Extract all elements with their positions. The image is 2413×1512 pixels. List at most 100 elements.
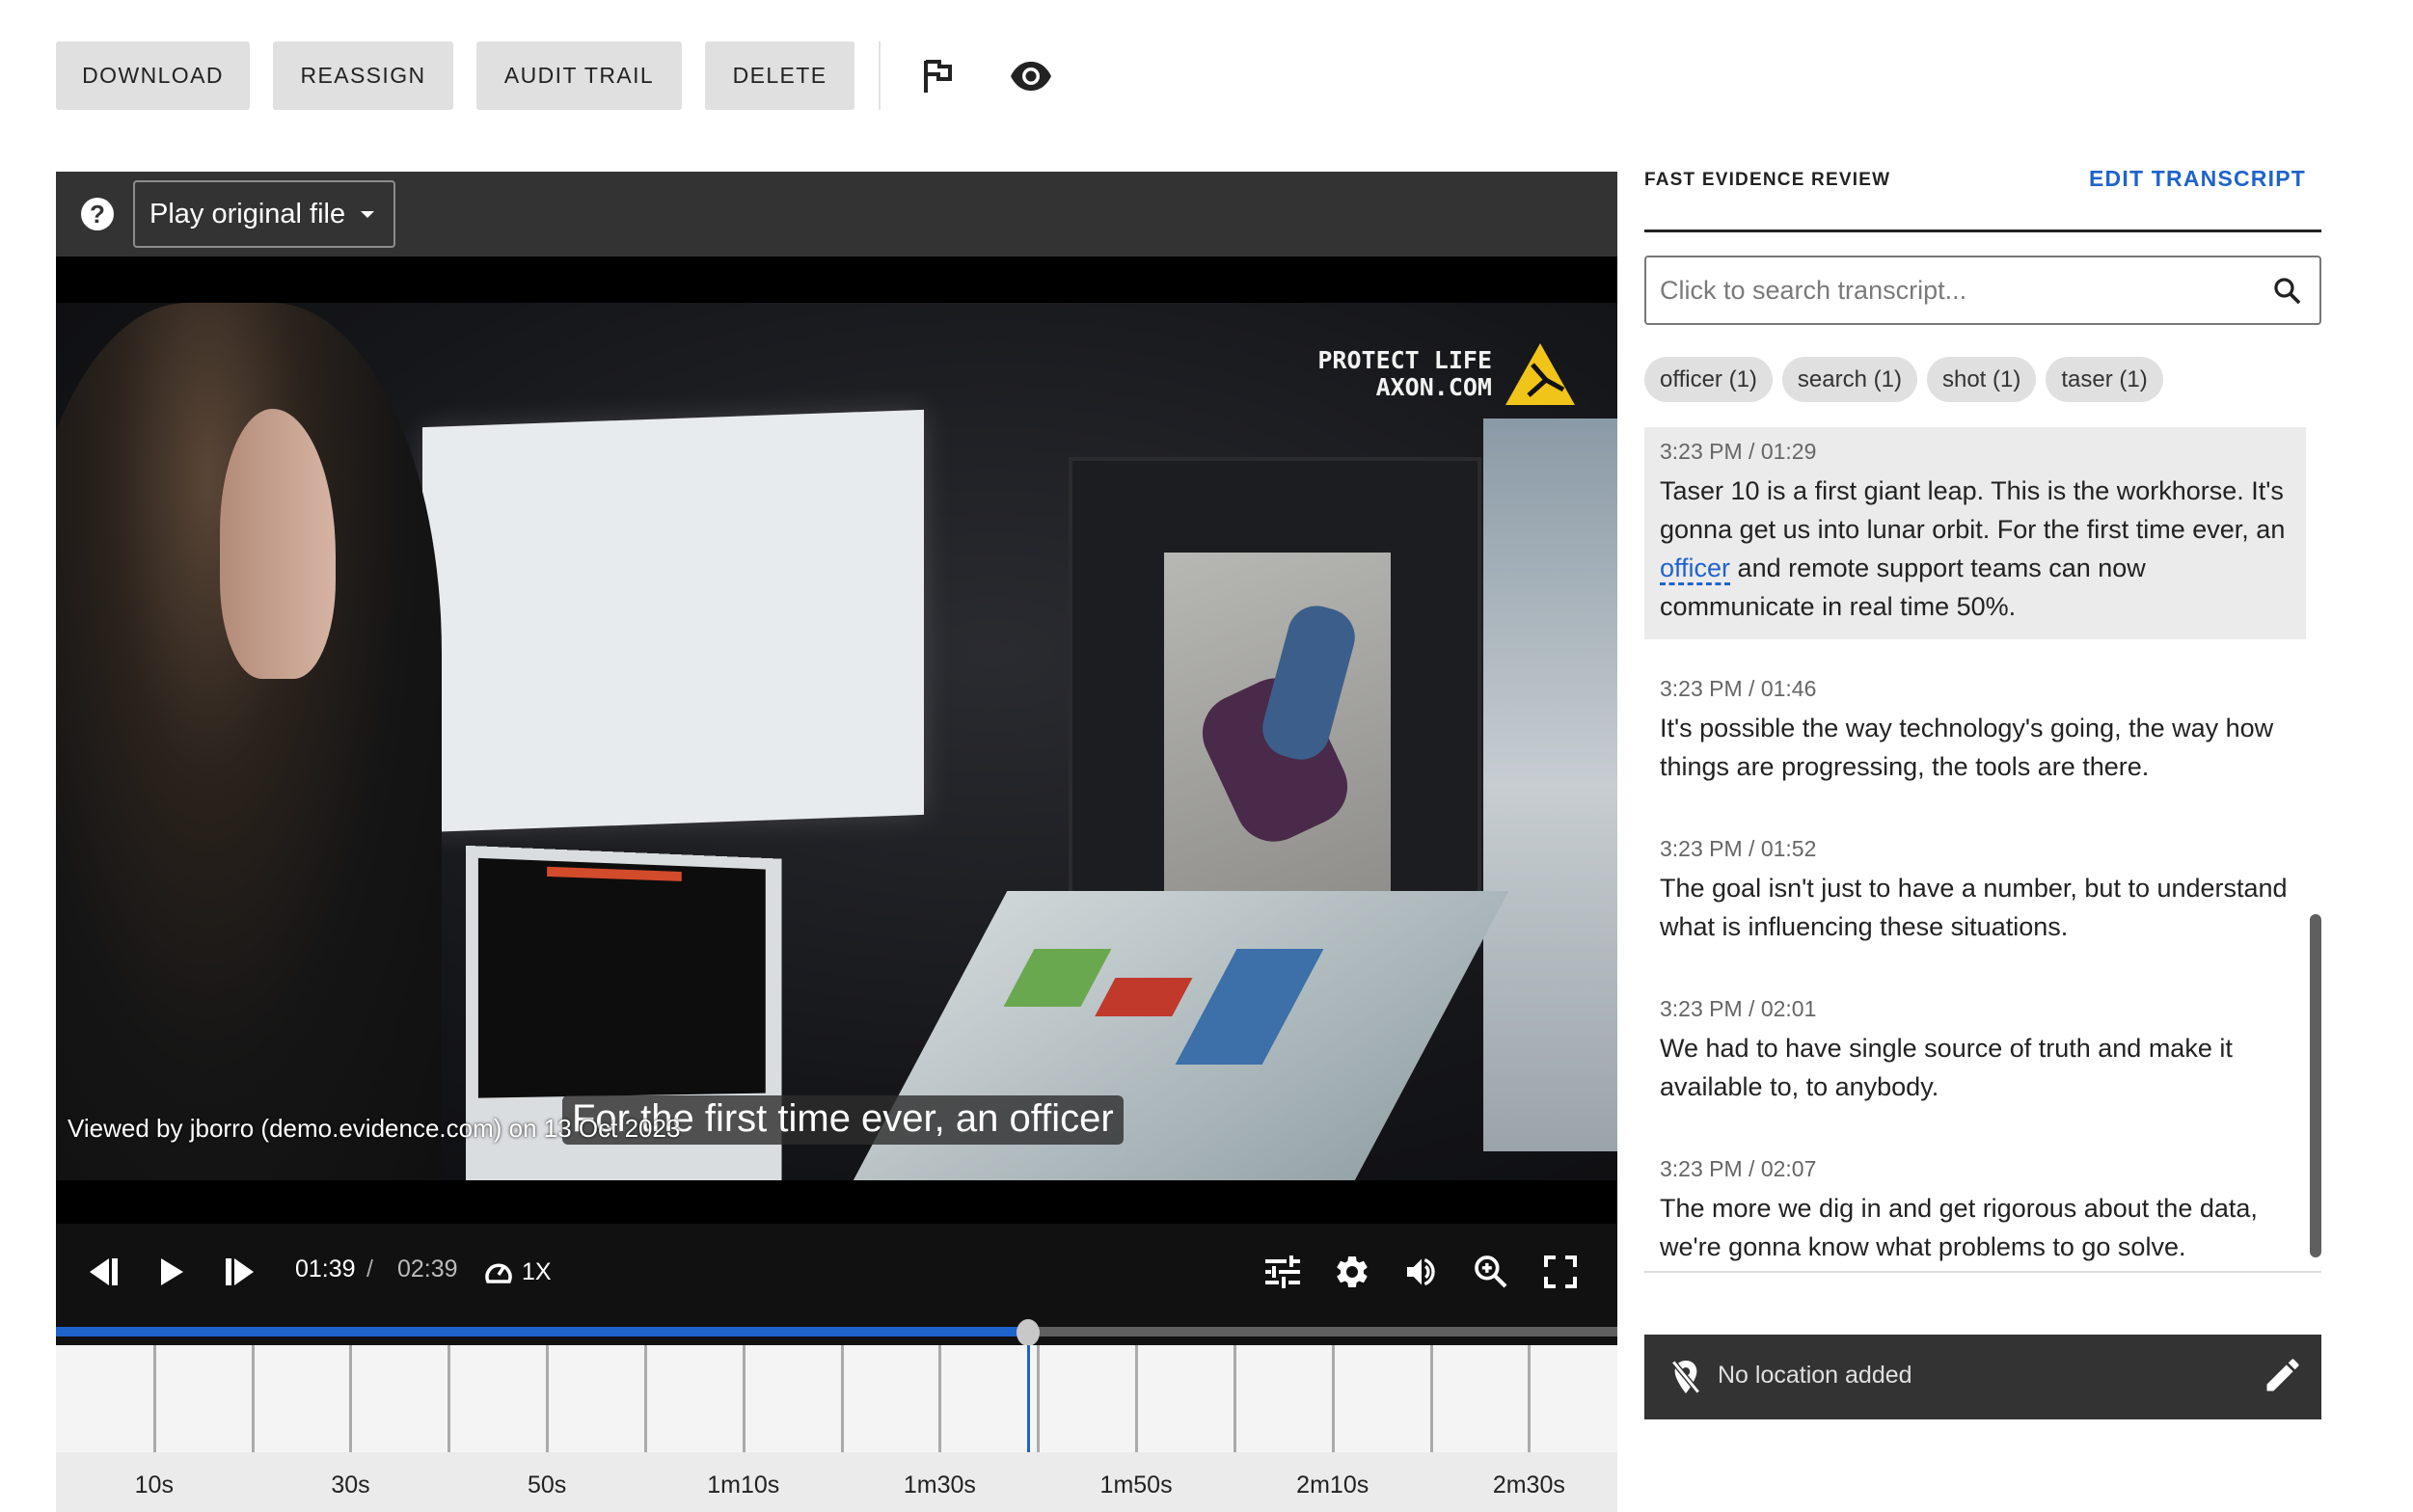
timeline-tick (1037, 1345, 1041, 1452)
progress-thumb[interactable] (1017, 1319, 1041, 1346)
adjustments-button[interactable] (1261, 1251, 1304, 1293)
timeline-tick (546, 1345, 550, 1452)
settings-button[interactable] (1331, 1251, 1373, 1293)
location-status: No location added (1718, 1362, 1912, 1389)
transcript-text-part: Taser 10 is a first giant leap. This is … (1660, 476, 2286, 544)
playback-speed-button[interactable]: 1X (484, 1251, 600, 1293)
letterbox-top (56, 256, 1617, 303)
flag-button[interactable] (916, 54, 961, 98)
edit-pencil-icon[interactable] (2262, 1354, 2304, 1396)
scene-person (56, 303, 442, 1180)
timeline-tick (1233, 1345, 1236, 1452)
next-frame-button[interactable] (218, 1251, 260, 1293)
location-bar: No location added (1644, 1335, 2321, 1419)
help-icon[interactable]: ? (81, 198, 114, 230)
current-time: 01:39 (295, 1256, 356, 1282)
transcript-search-input[interactable] (1660, 257, 2238, 323)
brand-line-2: AXON.COM (1375, 373, 1492, 401)
axon-logo-icon (1505, 343, 1575, 405)
timeline-tick (1429, 1345, 1433, 1452)
audit-trail-button[interactable]: AUDIT TRAIL (476, 41, 682, 110)
letterbox-bottom (56, 1180, 1617, 1224)
timeline-label: 1m50s (1099, 1472, 1173, 1498)
transcript-text: The more we dig in and get rigorous abou… (1660, 1194, 2258, 1261)
volume-button[interactable] (1400, 1251, 1443, 1293)
playback-source-select[interactable]: Play original file (133, 180, 395, 248)
timeline-tick (1135, 1345, 1139, 1452)
scene-map-monitor (422, 409, 924, 833)
previous-frame-icon (90, 1258, 118, 1285)
transcript-scrollbar[interactable] (2310, 914, 2321, 1257)
timeline-ticks[interactable] (56, 1345, 1617, 1452)
scene-city-map (1483, 418, 1617, 1151)
playback-source-value: Play original file (149, 198, 346, 230)
timeline-labels: 10s 30s 50s 1m10s 1m30s 1m50s 2m10s 2m30s (56, 1452, 1617, 1512)
chevron-down-icon (361, 210, 375, 218)
transcript-entry[interactable]: 3:23 PM / 01:46 It's possible the way te… (1644, 664, 2306, 799)
timeline-tick (251, 1345, 255, 1452)
player-controls: 01:39 / 02:39 1X (56, 1224, 1617, 1319)
timeline-tick (840, 1345, 844, 1452)
player-header: ? Play original file (56, 172, 1617, 256)
delete-button[interactable]: DELETE (705, 41, 854, 110)
edit-transcript-link[interactable]: EDIT TRANSCRIPT (2089, 166, 2306, 192)
flag-icon (924, 60, 952, 93)
fullscreen-icon (1544, 1256, 1577, 1288)
keyword-chip-officer[interactable]: officer (1) (1644, 357, 1773, 402)
fast-evidence-review-panel: FAST EVIDENCE REVIEW EDIT TRANSCRIPT off… (1644, 154, 2321, 1437)
toolbar-divider (879, 41, 881, 110)
volume-icon (1407, 1257, 1435, 1286)
fullscreen-button[interactable] (1539, 1251, 1582, 1293)
reassign-button[interactable]: REASSIGN (273, 41, 453, 110)
location-off-icon (1671, 1360, 1700, 1394)
transcript-text-part: and remote support teams can now communi… (1660, 554, 2146, 621)
previous-frame-button[interactable] (83, 1251, 125, 1293)
duration: 02:39 (397, 1256, 458, 1282)
video-frame[interactable]: PROTECT LIFE AXON.COM For the first time… (56, 303, 1617, 1180)
transcript-text: Taser 10 is a first giant leap. This is … (1660, 472, 2291, 626)
search-icon[interactable] (2271, 275, 2304, 308)
brand-watermark: PROTECT LIFE AXON.COM (1317, 347, 1492, 401)
transcript-timestamp: 3:23 PM / 01:52 (1660, 836, 1817, 861)
scene-evidence-monitor (1069, 457, 1481, 947)
transcript-text: It's possible the way technology's going… (1660, 714, 2274, 781)
brand-line-1: PROTECT LIFE (1317, 346, 1492, 374)
keyword-highlight[interactable]: officer (1660, 554, 1731, 585)
keyword-chip-taser[interactable]: taser (1) (2046, 357, 2163, 402)
transcript-entry[interactable]: 3:23 PM / 01:29 Taser 10 is a first gian… (1644, 427, 2306, 639)
eye-button[interactable] (1009, 54, 1053, 98)
viewer-watermark: Viewed by jborro (demo.evidence.com) on … (68, 1114, 681, 1143)
progress-fill (56, 1327, 1029, 1336)
play-button[interactable] (150, 1251, 193, 1293)
transcript-text: We had to have single source of truth an… (1660, 1034, 2233, 1101)
video-player: ? Play original file PROTECT LIFE AXON.C… (56, 172, 1617, 1512)
timeline-tick (1331, 1345, 1335, 1452)
transcript-entry[interactable]: 3:23 PM / 01:52 The goal isn't just to h… (1644, 824, 2306, 959)
timeline-tick (742, 1345, 746, 1452)
transcript-list: 3:23 PM / 01:29 Taser 10 is a first gian… (1644, 427, 2306, 1305)
timeline-label: 1m30s (903, 1472, 976, 1498)
transcript-timestamp: 3:23 PM / 02:01 (1660, 996, 1817, 1021)
keyword-chips: officer (1) search (1) shot (1) taser (1… (1644, 357, 2163, 402)
settings-gear-icon (1337, 1256, 1368, 1288)
timeline-playhead[interactable] (1027, 1345, 1031, 1452)
zoom-in-button[interactable] (1470, 1251, 1512, 1293)
keyword-chip-search[interactable]: search (1) (1781, 357, 1917, 402)
transcript-search (1644, 256, 2321, 325)
transcript-entry[interactable]: 3:23 PM / 02:07 The more we dig in and g… (1644, 1145, 2306, 1280)
timeline-tick (152, 1345, 156, 1452)
transcript-entry[interactable]: 3:23 PM / 02:01 We had to have single so… (1644, 985, 2306, 1120)
speedometer-icon (485, 1263, 512, 1283)
timeline-label: 50s (527, 1472, 567, 1498)
timeline-tick (447, 1345, 451, 1452)
time-separator: / (366, 1256, 373, 1282)
panel-title: FAST EVIDENCE REVIEW (1644, 170, 1891, 190)
download-button[interactable]: DOWNLOAD (56, 41, 250, 110)
play-icon (161, 1258, 183, 1285)
progress-bar[interactable] (56, 1319, 1617, 1346)
timeline-label: 30s (331, 1472, 370, 1498)
timeline-label: 1m10s (707, 1472, 780, 1498)
keyword-chip-shot[interactable]: shot (1) (1926, 357, 2037, 402)
timeline-label: 2m30s (1492, 1472, 1565, 1498)
timeline-label: 10s (134, 1472, 174, 1498)
